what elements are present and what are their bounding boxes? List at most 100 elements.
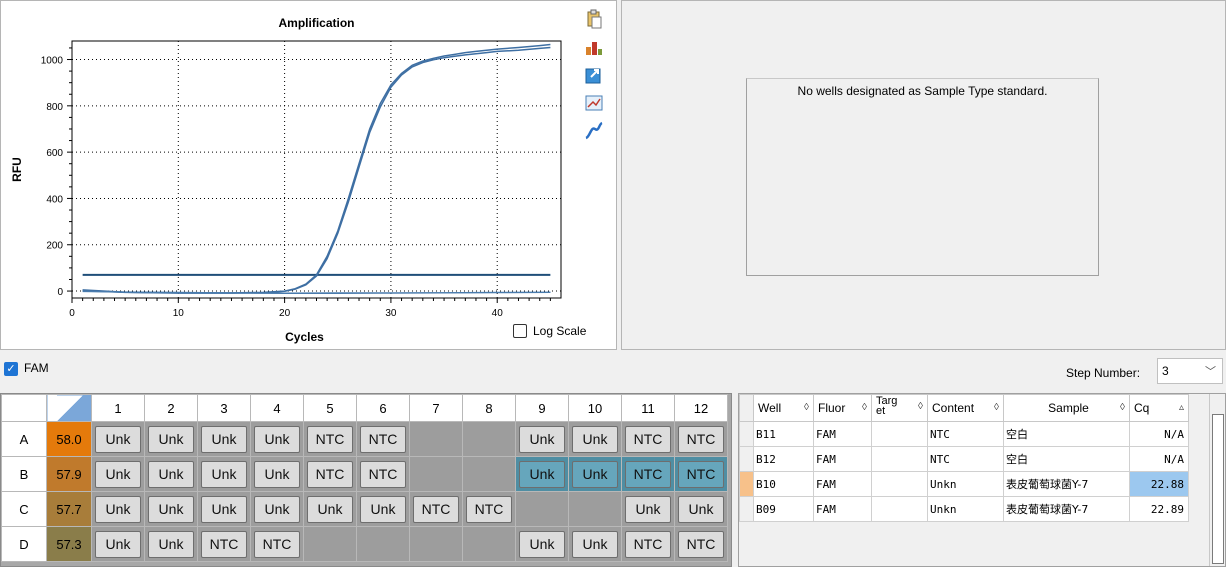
plate-well[interactable]: Unk xyxy=(515,456,569,492)
zoom-icon[interactable] xyxy=(584,93,604,113)
plate-well[interactable] xyxy=(462,526,516,562)
cell-content[interactable]: Unkn xyxy=(927,496,1004,522)
plate-well[interactable]: Unk xyxy=(144,421,198,457)
plate-well[interactable]: NTC xyxy=(409,491,463,527)
plate-select-all[interactable] xyxy=(46,394,92,422)
plate-row-header[interactable]: A xyxy=(1,421,47,457)
amplification-chart[interactable]: Amplification0 10 20 30 4002004006008001000C… xyxy=(1,1,616,349)
curve-icon[interactable] xyxy=(584,121,604,141)
export-icon[interactable] xyxy=(584,65,604,85)
plate-well[interactable] xyxy=(515,491,569,527)
plate-col-header[interactable]: 11 xyxy=(621,394,675,422)
plate-col-header[interactable]: 4 xyxy=(250,394,304,422)
plate-col-header[interactable]: 6 xyxy=(356,394,410,422)
plate-well[interactable] xyxy=(409,526,463,562)
col-header-cq[interactable]: Cq ▵ xyxy=(1129,394,1189,422)
col-header-sample[interactable]: Sample ◊ xyxy=(1003,394,1130,422)
plate-well[interactable]: Unk xyxy=(91,491,145,527)
plate-well[interactable]: Unk xyxy=(197,456,251,492)
cell-well[interactable]: B11 xyxy=(753,421,814,447)
plate-well[interactable]: Unk xyxy=(197,421,251,457)
plate-well[interactable]: Unk xyxy=(250,421,304,457)
plate-col-header[interactable]: 12 xyxy=(674,394,728,422)
plate-well[interactable]: Unk xyxy=(303,491,357,527)
table-row[interactable]: B12 FAM NTC 空白 N/A xyxy=(739,446,1189,472)
plate-row-header[interactable]: B xyxy=(1,456,47,492)
plate-row-header[interactable]: D xyxy=(1,526,47,562)
plate-col-header[interactable]: 9 xyxy=(515,394,569,422)
step-number-select[interactable]: 3 ﹀ xyxy=(1157,358,1223,384)
plate-well[interactable]: NTC xyxy=(674,456,728,492)
cell-sample[interactable]: 表皮葡萄球菌Y-7 xyxy=(1003,496,1130,522)
plate-well[interactable]: NTC xyxy=(674,526,728,562)
plate-col-header[interactable]: 5 xyxy=(303,394,357,422)
plate-well[interactable]: Unk xyxy=(91,456,145,492)
col-header-target[interactable]: Target ◊ xyxy=(871,394,928,422)
fam-checkbox[interactable]: ✓ xyxy=(4,362,18,376)
plate-well[interactable]: NTC xyxy=(303,456,357,492)
plate-col-header[interactable]: 10 xyxy=(568,394,622,422)
cell-well[interactable]: B10 xyxy=(753,471,814,497)
plate-well[interactable]: Unk xyxy=(197,491,251,527)
plate-well[interactable]: Unk xyxy=(144,526,198,562)
plate-well[interactable]: Unk xyxy=(250,456,304,492)
cell-fluor[interactable]: FAM xyxy=(813,421,872,447)
plate-well[interactable]: Unk xyxy=(674,491,728,527)
col-header-content[interactable]: Content ◊ xyxy=(927,394,1004,422)
plate-well[interactable] xyxy=(462,421,516,457)
plate-col-header[interactable]: 1 xyxy=(91,394,145,422)
cell-target[interactable] xyxy=(871,446,928,472)
chart-settings-icon[interactable] xyxy=(584,37,604,57)
cell-cq[interactable]: N/A xyxy=(1129,421,1189,447)
row-selector[interactable] xyxy=(739,471,754,497)
plate-well[interactable]: NTC xyxy=(356,421,410,457)
cell-target[interactable] xyxy=(871,496,928,522)
col-header-fluor[interactable]: Fluor ◊ xyxy=(813,394,872,422)
col-header-well[interactable]: Well ◊ xyxy=(753,394,814,422)
results-scrollbar[interactable] xyxy=(1209,394,1225,566)
plate-well[interactable]: NTC xyxy=(303,421,357,457)
cell-fluor[interactable]: FAM xyxy=(813,496,872,522)
plate-well[interactable]: NTC xyxy=(621,526,675,562)
clipboard-icon[interactable] xyxy=(584,9,604,29)
plate-well[interactable] xyxy=(409,421,463,457)
plate-well[interactable] xyxy=(409,456,463,492)
plate-well[interactable]: Unk xyxy=(515,421,569,457)
plate-well[interactable]: Unk xyxy=(144,491,198,527)
plate-col-header[interactable]: 8 xyxy=(462,394,516,422)
cell-sample[interactable]: 空白 xyxy=(1003,446,1130,472)
scrollbar-thumb[interactable] xyxy=(1212,414,1224,564)
plate-col-header[interactable]: 7 xyxy=(409,394,463,422)
plate-well[interactable]: NTC xyxy=(621,456,675,492)
cell-cq[interactable]: 22.89 xyxy=(1129,496,1189,522)
plate-col-header[interactable]: 2 xyxy=(144,394,198,422)
plate-well[interactable]: Unk xyxy=(250,491,304,527)
cell-sample[interactable]: 表皮葡萄球菌Y-7 xyxy=(1003,471,1130,497)
table-row[interactable]: B10 FAM Unkn 表皮葡萄球菌Y-7 22.88 xyxy=(739,471,1189,497)
cell-content[interactable]: NTC xyxy=(927,446,1004,472)
plate-well[interactable]: NTC xyxy=(621,421,675,457)
cell-target[interactable] xyxy=(871,421,928,447)
plate-well[interactable]: Unk xyxy=(621,491,675,527)
cell-content[interactable]: Unkn xyxy=(927,471,1004,497)
plate-well[interactable]: NTC xyxy=(197,526,251,562)
cell-well[interactable]: B09 xyxy=(753,496,814,522)
plate-well[interactable]: Unk xyxy=(356,491,410,527)
plate-well[interactable]: Unk xyxy=(91,421,145,457)
cell-cq[interactable]: 22.88 xyxy=(1129,471,1189,497)
cell-fluor[interactable]: FAM xyxy=(813,471,872,497)
plate-well[interactable]: Unk xyxy=(515,526,569,562)
plate-well[interactable] xyxy=(568,491,622,527)
cell-sample[interactable]: 空白 xyxy=(1003,421,1130,447)
table-row[interactable]: B11 FAM NTC 空白 N/A xyxy=(739,421,1189,447)
cell-well[interactable]: B12 xyxy=(753,446,814,472)
row-selector[interactable] xyxy=(739,421,754,447)
plate-well[interactable]: NTC xyxy=(462,491,516,527)
plate-well[interactable]: Unk xyxy=(568,526,622,562)
cell-target[interactable] xyxy=(871,471,928,497)
plate-well[interactable]: Unk xyxy=(144,456,198,492)
plate-well[interactable]: Unk xyxy=(568,456,622,492)
plate-well[interactable]: NTC xyxy=(250,526,304,562)
plate-well[interactable] xyxy=(356,526,410,562)
plate-well[interactable] xyxy=(462,456,516,492)
